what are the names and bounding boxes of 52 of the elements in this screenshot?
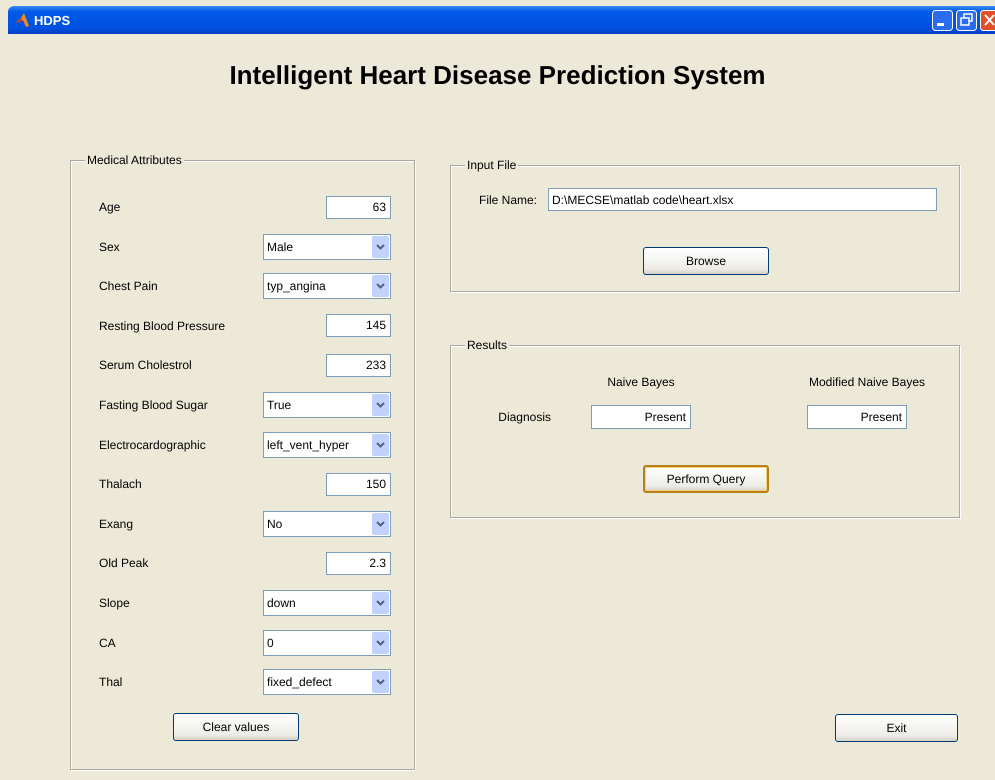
field-label: Age [99,200,120,214]
field-label: Electrocardographic [99,438,206,452]
chevron-down-icon [372,394,389,416]
result-field: Present [807,405,907,429]
column-header: Modified Naive Bayes [808,375,926,389]
dropdown[interactable]: No [263,510,391,537]
close-icon[interactable] [980,10,995,30]
minimize-icon[interactable] [932,10,953,30]
input-field[interactable]: 63 [326,196,391,218]
input-field[interactable]: 145 [326,314,391,338]
field-label: Old Peak [99,556,148,570]
chevron-down-icon [372,512,389,535]
field-label: Chest Pain [99,279,158,294]
field-label: Exang [99,516,134,531]
restore-icon[interactable] [956,10,977,30]
clear-values-button[interactable]: Clear values [173,713,299,742]
field-label: Resting Blood Pressure [99,318,226,333]
field-label: CA [99,636,116,650]
browse-button[interactable]: Browse [643,247,769,275]
column-header: Naive Bayes [606,375,676,389]
logo-icon [14,12,30,28]
field-label: Thal [99,675,122,690]
input-field[interactable]: 233 [326,354,391,377]
chevron-down-icon [372,592,389,614]
field-label: Sex [99,240,120,254]
dropdown[interactable]: fixed_defect [263,669,391,696]
row-label: Diagnosis [498,410,551,424]
dropdown[interactable]: 0 [263,630,391,656]
field-label: Thalach [99,477,142,492]
chevron-down-icon [372,434,389,456]
dropdown[interactable]: down [263,590,391,616]
chevron-down-icon [372,671,389,694]
input-field[interactable]: 150 [326,472,391,496]
file-name-label: File Name: [479,192,538,206]
chevron-down-icon [372,236,389,258]
dropdown[interactable]: typ_angina [263,273,391,300]
app-heading: Intelligent Heart Disease Prediction System [229,59,766,92]
exit-button[interactable]: Exit [835,714,958,742]
file-name-field[interactable]: D:\MECSE\matlab code\heart.xlsx [548,188,937,211]
dropdown[interactable]: True [263,392,391,418]
window-title: HDPS [34,12,70,28]
dropdown[interactable]: left_vent_hyper [263,432,391,458]
result-field: Present [591,405,691,429]
dropdown[interactable]: Male [263,234,391,260]
field-label: Serum Cholestrol [99,358,192,372]
group-legend: Input File [465,158,518,173]
chevron-down-icon [372,632,389,654]
chevron-down-icon [372,275,389,298]
field-label: Fasting Blood Sugar [99,398,208,412]
field-label: Slope [99,596,130,610]
perform-query-button[interactable]: Perform Query [643,465,769,493]
input-field[interactable]: 2.3 [326,552,391,575]
